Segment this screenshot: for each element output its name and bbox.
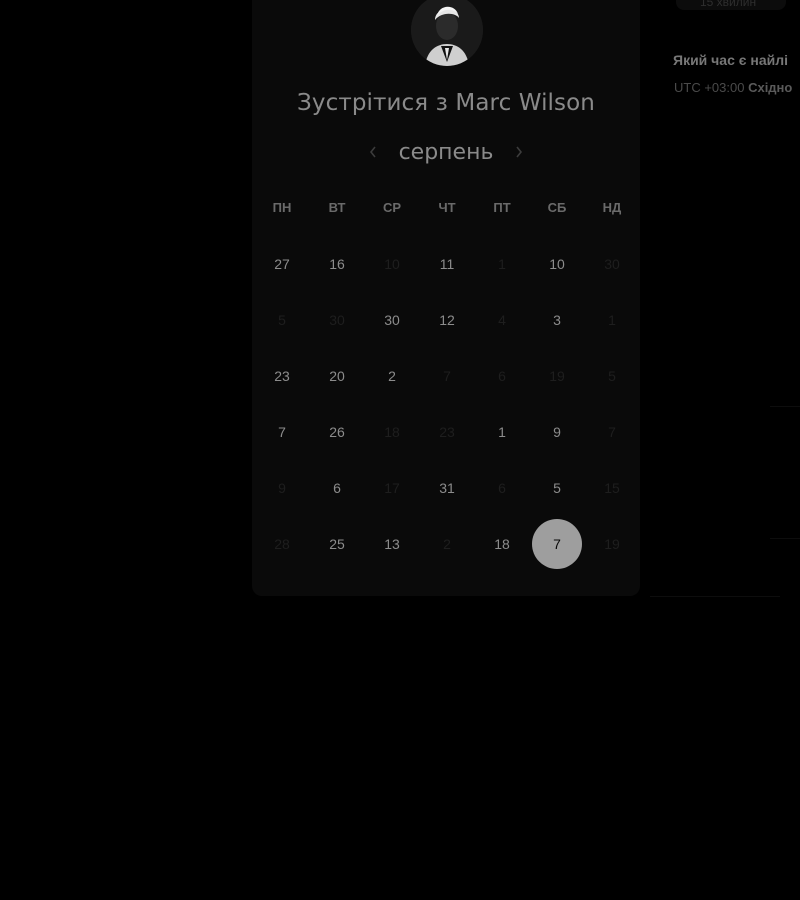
calendar-day[interactable]: 31 bbox=[425, 466, 469, 510]
calendar-day[interactable]: 1 bbox=[480, 410, 524, 454]
duration-text: 15 хвилин bbox=[700, 0, 757, 9]
weekday-label: ВТ bbox=[328, 200, 346, 215]
calendar-day: 28 bbox=[274, 536, 290, 552]
calendar-day: 7 bbox=[443, 368, 451, 384]
page-title: Зустрітися з Marc Wilson bbox=[297, 90, 595, 116]
weekday-label: ЧТ bbox=[438, 200, 456, 215]
chevron-right-icon bbox=[516, 146, 523, 158]
calendar-day[interactable]: 16 bbox=[315, 242, 359, 286]
calendar-day[interactable]: 30 bbox=[370, 298, 414, 342]
calendar-day: 5 bbox=[608, 368, 616, 384]
calendar-day: 30 bbox=[604, 256, 620, 272]
calendar-day: 23 bbox=[439, 424, 455, 440]
divider bbox=[770, 406, 800, 407]
calendar-day[interactable]: 27 bbox=[260, 242, 304, 286]
calendar-day[interactable]: 20 bbox=[315, 354, 359, 398]
timezone-name: Східно bbox=[748, 80, 793, 95]
calendar-day[interactable]: 12 bbox=[425, 298, 469, 342]
calendar-day[interactable]: 11 bbox=[425, 242, 469, 286]
calendar-day: 18 bbox=[384, 424, 400, 440]
prev-month-button[interactable] bbox=[363, 138, 383, 166]
selected-day[interactable]: 7 bbox=[532, 519, 582, 569]
calendar-day: 6 bbox=[498, 480, 506, 496]
timezone-selector[interactable]: UTC +03:00 Східно bbox=[674, 80, 792, 95]
calendar-day: 19 bbox=[549, 368, 565, 384]
weekday-label: НД bbox=[602, 200, 622, 215]
weekday-label: ПТ bbox=[493, 200, 511, 215]
calendar-day[interactable]: 10 bbox=[535, 242, 579, 286]
calendar-day: 1 bbox=[608, 312, 616, 328]
calendar-day: 2 bbox=[443, 536, 451, 552]
calendar-day[interactable]: 9 bbox=[535, 410, 579, 454]
calendar-day: 4 bbox=[498, 312, 506, 328]
timezone-offset: UTC +03:00 bbox=[674, 80, 745, 95]
calendar-day[interactable]: 26 bbox=[315, 410, 359, 454]
calendar-day: 19 bbox=[604, 536, 620, 552]
calendar-day[interactable]: 13 bbox=[370, 522, 414, 566]
calendar-day[interactable]: 25 bbox=[315, 522, 359, 566]
calendar-day[interactable]: 2 bbox=[370, 354, 414, 398]
divider bbox=[770, 538, 800, 539]
calendar-day: 7 bbox=[608, 424, 616, 440]
calendar-day: 1 bbox=[498, 256, 506, 272]
booking-page: Зустрітися з Marc Wilson серпень ПН ВТ СР Ч… bbox=[0, 0, 800, 900]
calendar-day[interactable]: 6 bbox=[315, 466, 359, 510]
time-question-heading: Який час є найлі bbox=[673, 52, 789, 68]
calendar-day: 6 bbox=[498, 368, 506, 384]
calendar-day: 10 bbox=[384, 256, 400, 272]
divider bbox=[650, 596, 780, 597]
month-navigation: серпень bbox=[252, 138, 640, 166]
calendar-day[interactable]: 23 bbox=[260, 354, 304, 398]
next-month-button[interactable] bbox=[509, 138, 529, 166]
calendar-day: 9 bbox=[278, 480, 286, 496]
weekday-label: СБ bbox=[547, 200, 567, 215]
weekday-label: СР bbox=[382, 200, 402, 215]
calendar-day[interactable]: 3 bbox=[535, 298, 579, 342]
calendar-day: 30 bbox=[329, 312, 345, 328]
calendar-day[interactable]: 18 bbox=[480, 522, 524, 566]
calendar-day: 5 bbox=[278, 312, 286, 328]
current-month: серпень bbox=[398, 139, 494, 165]
weekday-label: ПН bbox=[272, 200, 292, 215]
chevron-left-icon bbox=[369, 146, 376, 158]
calendar-day[interactable]: 5 bbox=[535, 466, 579, 510]
calendar-day[interactable]: 7 bbox=[260, 410, 304, 454]
calendar-day: 15 bbox=[604, 480, 620, 496]
calendar-day: 17 bbox=[384, 480, 400, 496]
